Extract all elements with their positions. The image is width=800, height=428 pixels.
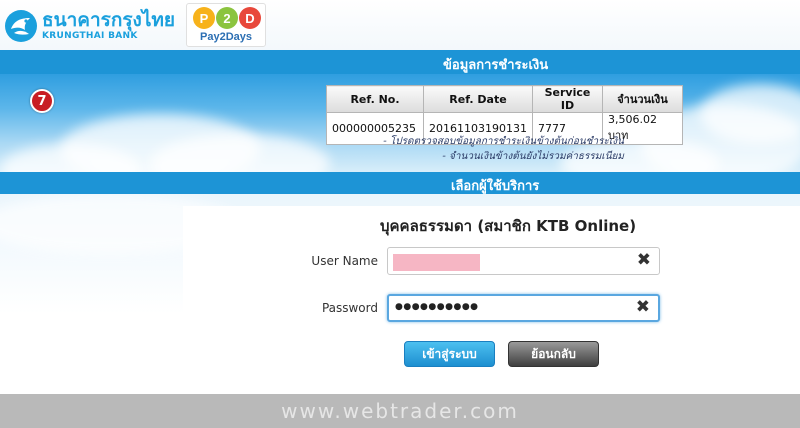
payment-section-title: ข้อมูลการชำระเงิน <box>443 58 549 73</box>
login-button[interactable]: เข้าสู่ระบบ <box>404 341 495 367</box>
p2d-letter-d: D <box>239 7 261 29</box>
redacted-username <box>393 254 480 271</box>
clear-username-icon[interactable]: ✖ <box>637 252 651 269</box>
col-header-ref-date: Ref. Date <box>423 85 533 113</box>
ktb-bird-icon <box>5 10 37 42</box>
clear-password-icon[interactable]: ✖ <box>636 299 650 316</box>
service-section-title: เลือกผู้ใช้บริการ <box>451 179 540 194</box>
watermark-text: www.webtrader.com <box>281 399 519 423</box>
password-value: ●●●●●●●●●● <box>395 302 479 312</box>
ktb-logo[interactable]: ธนาคารกรุงไทย KRUNGTHAI BANK <box>4 6 175 46</box>
note-verify: - โปรดตรวจสอบข้อมูลการชำระเงินข้างต้นก่อ… <box>383 136 624 147</box>
password-input[interactable]: ●●●●●●●●●● ✖ <box>387 294 660 322</box>
note-fee: - จำนวนเงินข้างต้นยังไม่รวมค่าธรรมเนียม <box>442 151 624 162</box>
pay2days-logo: P 2 D Pay2Days <box>186 3 266 47</box>
col-header-service-id: Service ID <box>531 85 603 113</box>
p2d-tagline: Pay2Days <box>200 31 252 43</box>
back-button[interactable]: ย้อนกลับ <box>508 341 599 367</box>
col-header-ref-no: Ref. No. <box>326 85 424 113</box>
col-header-amount: จำนวนเงิน <box>601 85 683 113</box>
p2d-letter-2: 2 <box>216 7 238 29</box>
password-label: Password <box>321 301 378 315</box>
service-select-bar: เลือกผู้ใช้บริการ <box>0 172 800 194</box>
bank-name-thai: ธนาคารกรุงไทย <box>42 9 176 31</box>
bank-name-english: KRUNGTHAI BANK <box>42 31 138 41</box>
table-header-row: Ref. No. Ref. Date Service ID จำนวนเงิน <box>326 85 683 113</box>
username-input[interactable]: ✖ <box>387 247 660 275</box>
p2d-letter-p: P <box>193 7 215 29</box>
header-bar: ธนาคารกรุงไทย KRUNGTHAI BANK P 2 D Pay2D… <box>0 0 800 50</box>
step-number-badge: 7 <box>30 89 54 113</box>
username-label: User Name <box>311 254 378 268</box>
payment-info-bar: ข้อมูลการชำระเงิน <box>0 50 800 74</box>
form-title: บุคคลธรรมดา (สมาชิก KTB Online) <box>380 217 637 235</box>
